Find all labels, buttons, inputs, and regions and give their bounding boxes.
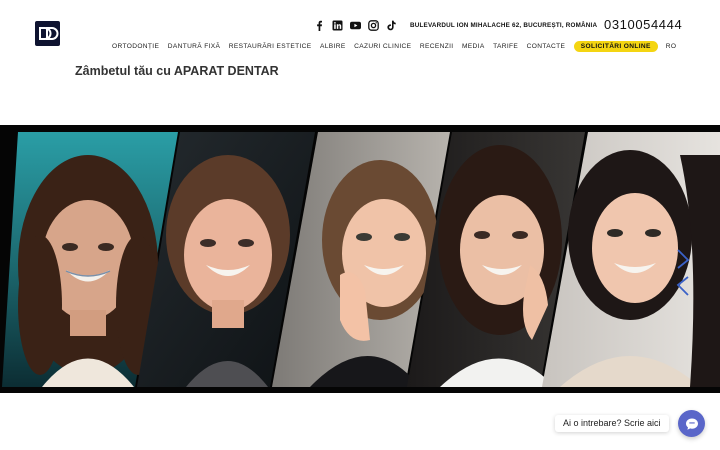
page-tagline: Zâmbetul tău cu APARAT DENTAR bbox=[75, 64, 279, 78]
instagram-icon[interactable] bbox=[368, 19, 379, 31]
nav-item-albire[interactable]: ALBIRE bbox=[320, 43, 346, 50]
main-nav: ORTODONȚIE DANTURĂ FIXĂ RESTAURĂRI ESTET… bbox=[112, 40, 676, 53]
chat-button[interactable] bbox=[678, 410, 705, 437]
language-switcher[interactable]: RO bbox=[666, 43, 677, 50]
nav-item-contacte[interactable]: CONTACTE bbox=[527, 43, 566, 50]
hero-collage-image bbox=[2, 132, 720, 387]
chat-bubble-icon bbox=[685, 418, 698, 430]
address-text: BULEVARDUL ION MIHALACHE 62, BUCUREȘTI, … bbox=[410, 22, 598, 29]
online-requests-button[interactable]: SOLICITĂRI ONLINE bbox=[573, 41, 658, 52]
facebook-icon[interactable] bbox=[314, 20, 325, 31]
chevron-down-icon bbox=[676, 276, 689, 296]
nav-item-cazuri-clinice[interactable]: CAZURI CLINICE bbox=[354, 43, 411, 50]
site-logo[interactable] bbox=[35, 21, 60, 46]
hero-slider bbox=[0, 125, 720, 393]
chevron-up-icon bbox=[677, 249, 690, 269]
chat-prompt-label[interactable]: Ai o intrebare? Scrie aici bbox=[555, 415, 669, 432]
nav-item-recenzii[interactable]: RECENZII bbox=[420, 43, 454, 50]
tiktok-icon[interactable] bbox=[386, 20, 397, 31]
nav-item-tarife[interactable]: TARIFE bbox=[493, 43, 518, 50]
social-links bbox=[314, 18, 397, 32]
nav-item-dantura-fixa[interactable]: DANTURĂ FIXĂ bbox=[168, 43, 221, 50]
phone-link[interactable]: 0310054444 bbox=[604, 17, 682, 32]
linkedin-icon[interactable] bbox=[332, 20, 343, 31]
nav-item-media[interactable]: MEDIA bbox=[462, 43, 485, 50]
slider-next-button[interactable] bbox=[676, 275, 690, 304]
slider-prev-button[interactable] bbox=[676, 248, 690, 277]
nav-item-restaurari-estetice[interactable]: RESTAURĂRI ESTETICE bbox=[229, 43, 312, 50]
nav-item-ortodontie[interactable]: ORTODONȚIE bbox=[112, 43, 159, 50]
youtube-icon[interactable] bbox=[350, 20, 361, 31]
